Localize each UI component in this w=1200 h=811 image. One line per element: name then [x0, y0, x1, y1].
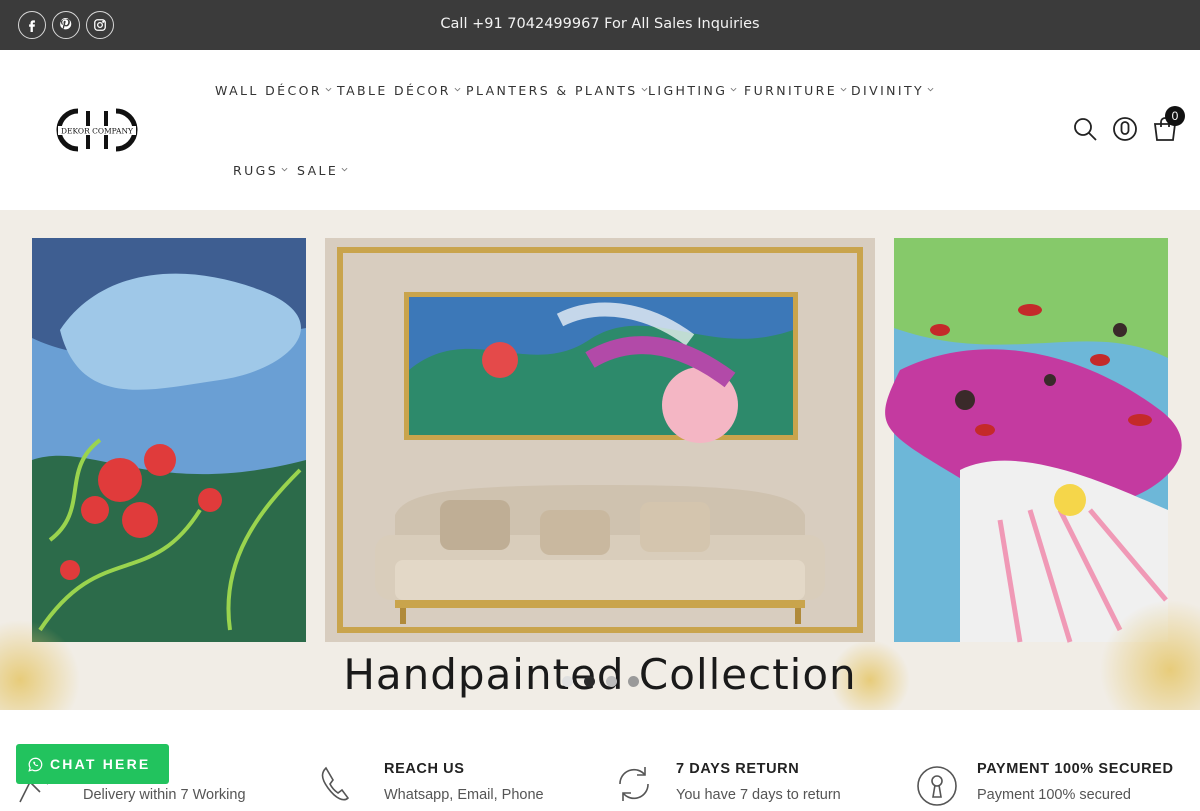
return-icon: [612, 762, 656, 806]
feature-text: Whatsapp, Email, Phone: [384, 787, 544, 803]
nav-label: WALL DÉCOR: [215, 83, 322, 98]
nav-lighting[interactable]: LIGHTING: [648, 83, 737, 98]
slide-dot-4[interactable]: [628, 676, 639, 687]
brand-logo[interactable]: DEKOR COMPANY: [56, 105, 138, 155]
nav-label: DIVINITY: [851, 83, 925, 98]
hero-banner[interactable]: Handpainted Collection: [0, 210, 1200, 710]
secure-payment-icon: [915, 762, 959, 806]
phone-icon: [318, 762, 362, 806]
nav-wall-decor[interactable]: WALL DÉCOR: [215, 83, 332, 98]
top-announcement-bar: Call +91 7042499967 For All Sales Inquir…: [0, 0, 1200, 50]
search-icon[interactable]: [1072, 116, 1098, 142]
nav-label: FURNITURE: [744, 83, 838, 98]
feature-text: You have 7 days to return: [676, 787, 841, 803]
nav-sale[interactable]: SALE: [297, 163, 348, 178]
nav-divinity[interactable]: DIVINITY: [851, 83, 934, 98]
chevron-down-icon: [454, 87, 461, 92]
nav-rugs[interactable]: RUGS: [233, 163, 288, 178]
feature-title: PAYMENT 100% SECURED: [977, 761, 1174, 777]
feature-title: REACH US: [384, 761, 465, 777]
chat-label: CHAT HERE: [50, 756, 151, 772]
whatsapp-icon: [28, 757, 43, 772]
svg-text:DEKOR COMPANY: DEKOR COMPANY: [61, 127, 134, 136]
chevron-down-icon: [341, 167, 348, 172]
chevron-down-icon: [730, 87, 737, 92]
nav-label: TABLE DÉCOR: [337, 83, 451, 98]
chevron-down-icon: [325, 87, 332, 92]
feature-title: 7 DAYS RETURN: [676, 761, 800, 777]
nav-label: PLANTERS & PLANTS: [466, 83, 638, 98]
nav-label: RUGS: [233, 163, 279, 178]
nav-furniture[interactable]: FURNITURE: [744, 83, 847, 98]
chat-here-button[interactable]: CHAT HERE: [16, 744, 169, 784]
slide-dot-2[interactable]: [584, 676, 595, 687]
slide-dot-3[interactable]: [606, 676, 617, 687]
feature-text: Delivery within 7 Working: [83, 787, 246, 803]
sales-inquiry-message: Call +91 7042499967 For All Sales Inquir…: [440, 16, 760, 32]
site-header: DEKOR COMPANY WALL DÉCOR TABLE DÉCOR PLA…: [0, 50, 1200, 210]
nav-planters-plants[interactable]: PLANTERS & PLANTS: [466, 83, 648, 98]
slide-dot-1[interactable]: [562, 676, 573, 687]
feature-text: Payment 100% secured: [977, 787, 1131, 803]
chevron-down-icon: [840, 87, 847, 92]
nav-label: SALE: [297, 163, 339, 178]
chevron-down-icon: [281, 167, 288, 172]
user-icon[interactable]: [1112, 116, 1138, 142]
features-strip: Delivery within 7 Working REACH US Whats…: [0, 710, 1200, 806]
cart-count-badge: 0: [1165, 106, 1185, 126]
chevron-down-icon: [927, 87, 934, 92]
nav-label: LIGHTING: [648, 83, 728, 98]
hero-artwork: [0, 238, 1200, 710]
hero-title: Handpainted Collection: [343, 650, 857, 699]
chevron-down-icon: [641, 87, 648, 92]
nav-table-decor[interactable]: TABLE DÉCOR: [337, 83, 461, 98]
